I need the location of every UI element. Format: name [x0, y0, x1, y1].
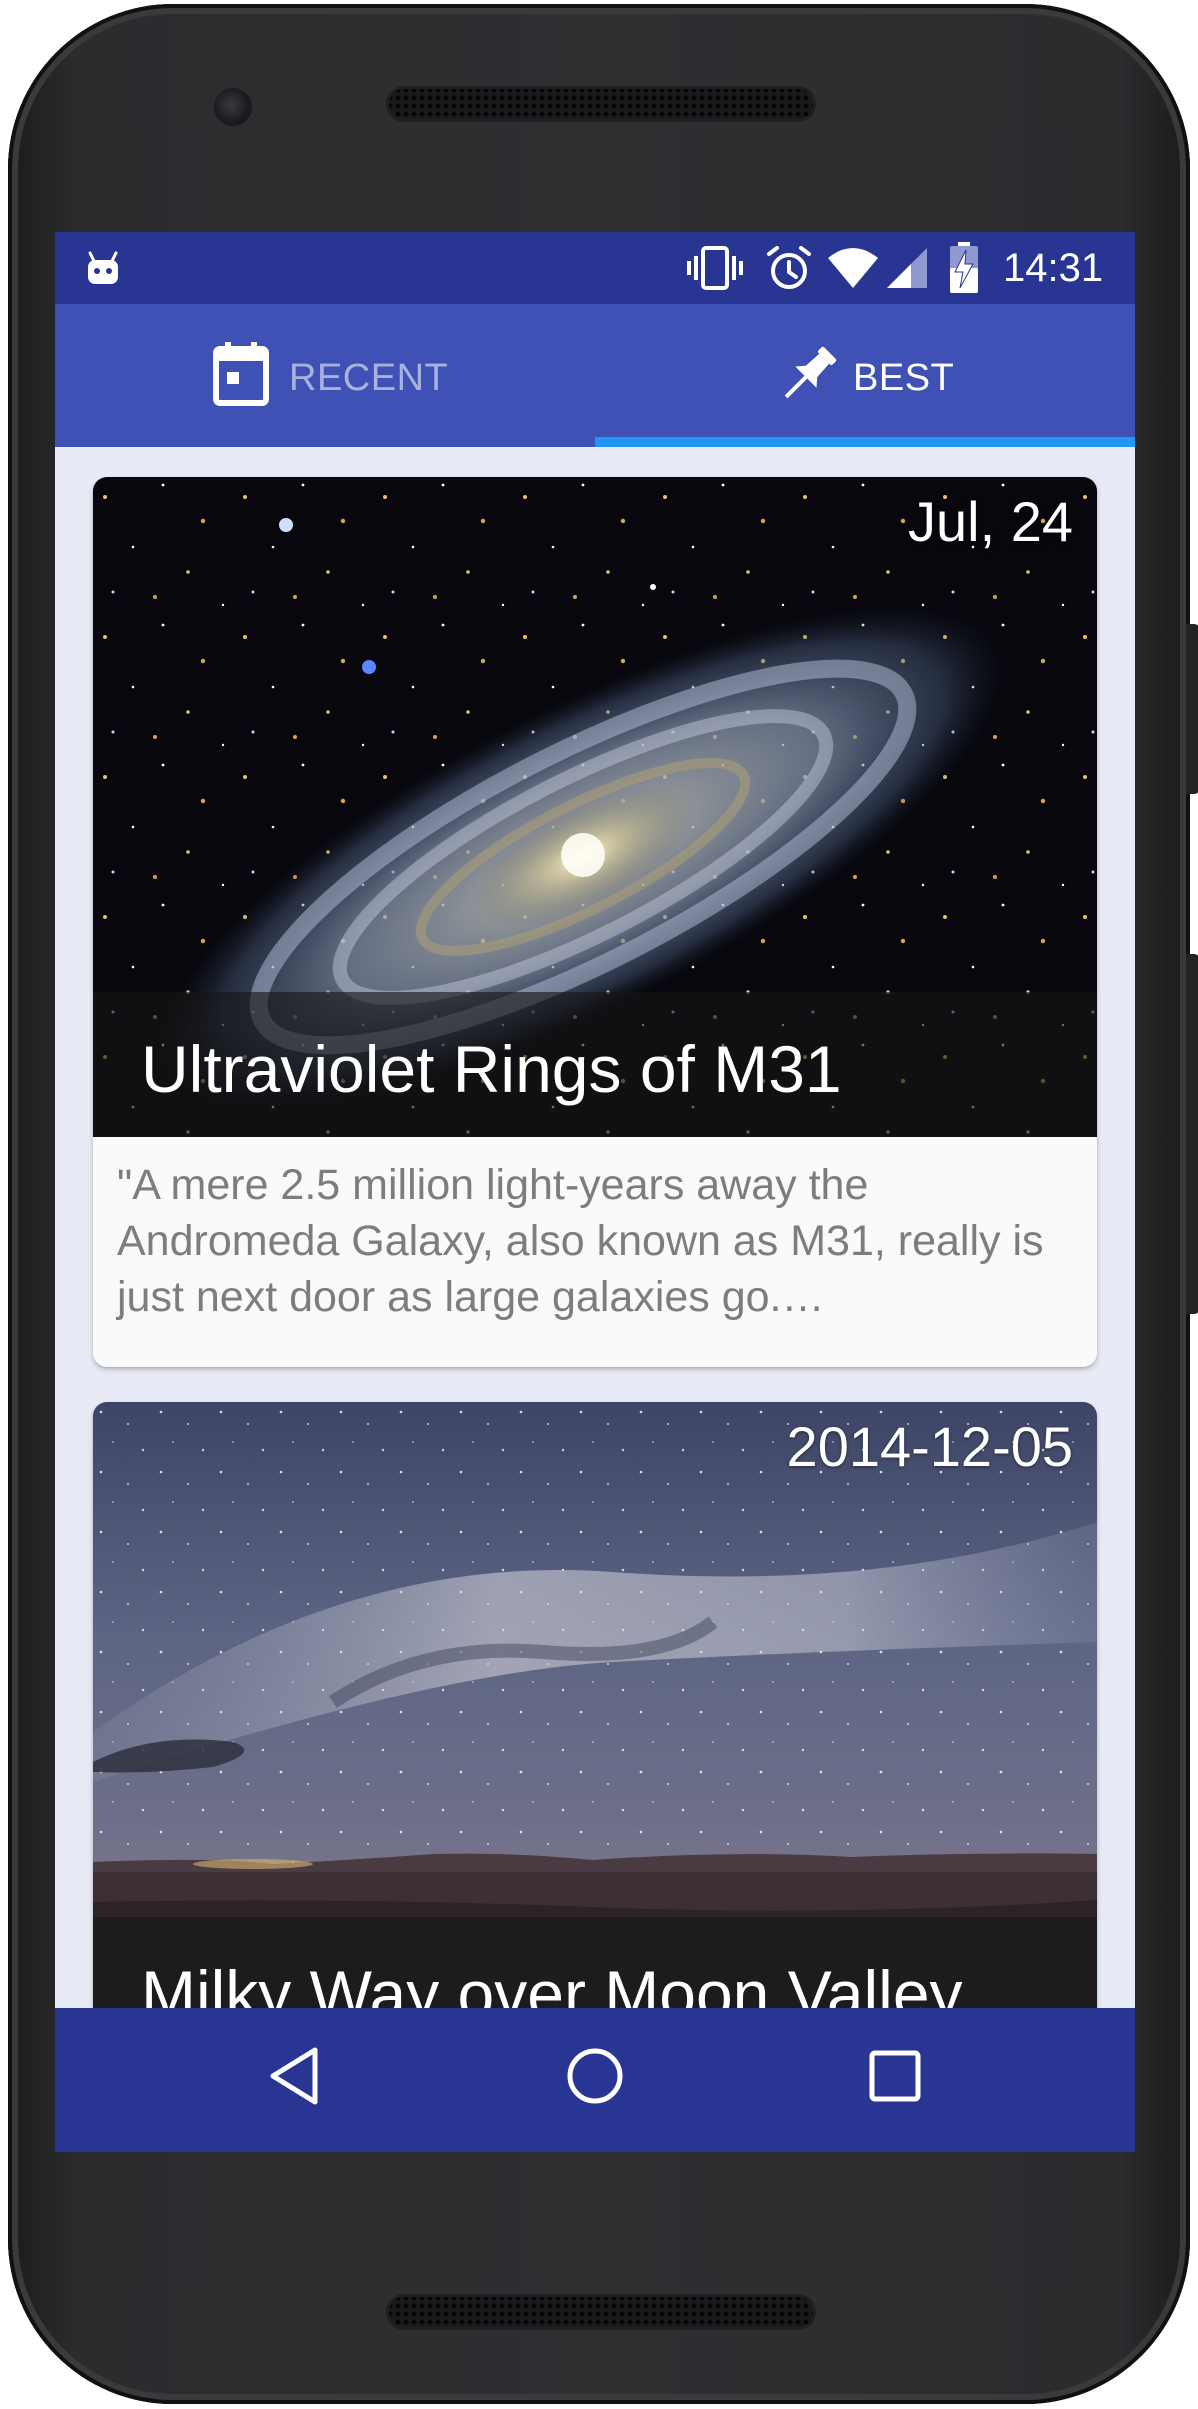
navigation-bar — [55, 2008, 1135, 2152]
front-camera — [214, 88, 252, 126]
screen: 14:31 RECENT BEST Jul, 24 Ultraviolet Ri… — [55, 232, 1135, 2152]
signal-icon — [885, 246, 929, 295]
home-icon[interactable] — [565, 2044, 625, 2113]
battery-charging-icon — [949, 242, 979, 299]
tab-indicator — [595, 437, 1135, 447]
bottom-speaker — [386, 2294, 816, 2330]
pin-icon — [775, 342, 841, 413]
recents-icon[interactable] — [867, 2044, 923, 2113]
back-icon[interactable] — [267, 2044, 323, 2113]
card-image-andromeda: Jul, 24 Ultraviolet Rings of M31 — [93, 477, 1097, 1137]
card-date: 2014-12-05 — [786, 1415, 1073, 1478]
top-speaker — [386, 86, 816, 122]
wifi-icon — [827, 246, 879, 295]
tab-best[interactable]: BEST — [595, 304, 1135, 447]
tab-best-label: BEST — [853, 357, 955, 399]
card-date: Jul, 24 — [908, 490, 1073, 553]
volume-button — [1186, 624, 1198, 794]
tab-bar: RECENT BEST — [55, 304, 1135, 447]
card-image-milky-way: 2014-12-05 Milky Way over Moon Valley — [93, 1402, 1097, 2062]
apod-card[interactable]: Jul, 24 Ultraviolet Rings of M31 "A mere… — [93, 477, 1097, 1367]
card-title: Ultraviolet Rings of M31 — [141, 1032, 842, 1106]
power-button — [1186, 954, 1198, 1314]
android-debug-icon — [85, 250, 121, 291]
status-clock: 14:31 — [1003, 246, 1104, 290]
alarm-icon — [765, 244, 813, 297]
card-description: "A mere 2.5 million light-years away the… — [117, 1161, 1044, 1321]
calendar-icon — [213, 342, 269, 411]
tab-recent-label: RECENT — [289, 357, 449, 399]
vibrate-icon — [687, 246, 743, 295]
status-bar: 14:31 — [55, 232, 1135, 304]
tab-recent[interactable]: RECENT — [55, 304, 595, 447]
